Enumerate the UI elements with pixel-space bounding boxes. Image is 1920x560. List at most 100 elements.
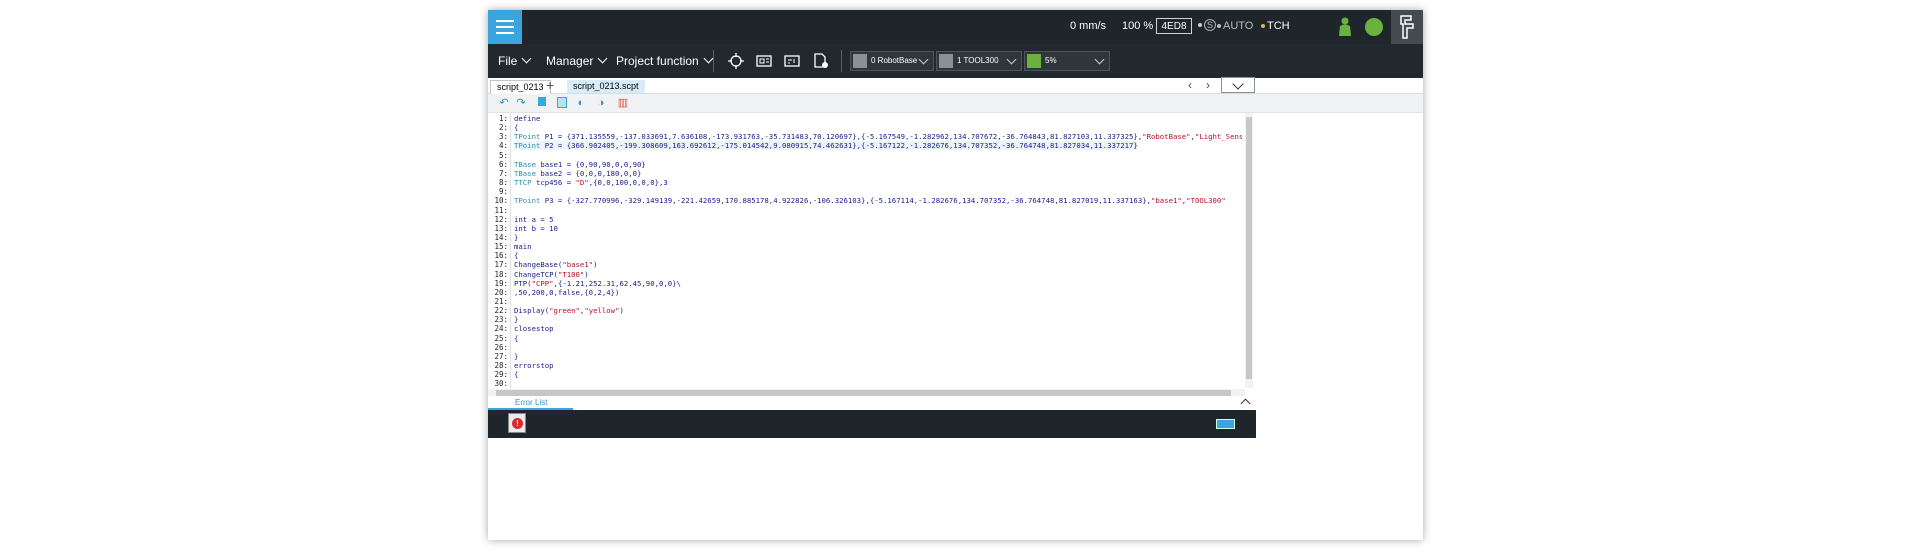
frame-icon[interactable] [756, 53, 772, 69]
user-icon[interactable] [1338, 17, 1352, 37]
tool-select[interactable]: 1 TOOL300 [936, 51, 1022, 71]
code-line[interactable]: Display("green","yellow") [514, 306, 624, 315]
chevron-right-icon[interactable]: › [1206, 78, 1210, 92]
manager-menu-label: Manager [546, 54, 594, 68]
code-line[interactable]: { [514, 251, 518, 260]
line-number: 6: [498, 159, 508, 169]
save-icon[interactable] [536, 97, 548, 109]
code-line[interactable]: { [514, 370, 518, 379]
s-mode-indicator: S [1198, 19, 1217, 31]
line-number: 16: [494, 251, 508, 261]
alarm-icon[interactable]: ! [508, 413, 526, 433]
code-editor[interactable]: 1: 2: 3: 4: 5: 6: 7: 8: 9: 10: 11: 12: 13: 14: 15: 16: 1… [488, 113, 1423, 398]
line-number: 28: [494, 361, 508, 371]
chevron-down-icon [597, 53, 608, 64]
code-line[interactable]: } [514, 352, 518, 361]
speed-select-value: 5% [1045, 56, 1057, 65]
line-number: 22: [494, 306, 508, 316]
code-line[interactable]: TBase base2 = {0,0,0,180,0,0} [514, 169, 641, 178]
error-list-panel: Error List [488, 396, 1423, 411]
line-number: 2: [498, 123, 508, 133]
line-number: 19: [494, 278, 508, 288]
line-number: 12: [494, 214, 508, 224]
io-panel-icon[interactable] [784, 53, 800, 69]
line-number: 25: [494, 333, 508, 343]
speed-readout: 0 mm/s [1070, 20, 1107, 32]
code-line[interactable]: ,50,200,0,false,{0,2,4}) [514, 288, 619, 297]
code-line[interactable]: define [514, 114, 540, 123]
tch-mode: TCH [1261, 20, 1290, 32]
tab-collapse-button[interactable] [1221, 77, 1255, 93]
file-menu[interactable]: File [498, 53, 532, 68]
line-number: 20: [494, 287, 508, 297]
manager-menu[interactable]: Manager [546, 53, 608, 68]
keyboard-icon[interactable] [1216, 419, 1235, 429]
code-line[interactable]: errorstop [514, 361, 554, 370]
status-light-icon [1365, 18, 1383, 36]
code-line[interactable]: int b = 10 [514, 224, 558, 233]
settings-file-icon[interactable] [812, 53, 830, 69]
undo-icon[interactable]: ↶ [498, 97, 510, 109]
chevron-down-icon [1006, 54, 1017, 65]
line-number: 24: [494, 324, 508, 334]
tab-script-file[interactable]: script_0213.scpt [567, 80, 645, 93]
code-line[interactable]: closestop [514, 324, 554, 333]
tool-icon [939, 54, 953, 68]
line-number: 7: [498, 168, 508, 178]
code-line[interactable]: TTCP tcp456 = "D",{0,0,100,0,0,0},3 [514, 178, 668, 187]
tab-script-project[interactable]: script_0213 [490, 80, 551, 94]
code-line[interactable]: } [514, 315, 518, 324]
line-number: 1: [498, 114, 508, 123]
chevron-up-icon[interactable] [1240, 396, 1250, 406]
chevron-down-icon [918, 54, 929, 65]
bottom-status-bar: ! [488, 410, 1256, 438]
project-function-menu[interactable]: Project function [616, 53, 714, 68]
code-line[interactable]: { [514, 334, 518, 343]
speed-select[interactable]: 5% [1024, 51, 1110, 71]
code-text-area[interactable]: define{TPoint P1 = {371.135559,-137.0336… [512, 113, 1242, 388]
code-line[interactable]: TBase base1 = {0,90,90,0,0,90} [514, 160, 646, 169]
code-badge: 4ED8 [1156, 18, 1192, 34]
code-line[interactable]: main [514, 242, 532, 251]
replace-icon[interactable]: ◑ [595, 97, 607, 109]
tool-value: 1 TOOL300 [957, 56, 999, 65]
robot-arm-icon[interactable] [1391, 10, 1423, 44]
line-number: 17: [494, 260, 508, 270]
file-menu-label: File [498, 54, 518, 68]
line-number: 27: [494, 351, 508, 361]
code-line[interactable]: ChangeTCP("T100") [514, 270, 589, 279]
copy-icon[interactable] [556, 97, 568, 109]
code-line[interactable]: TPoint P2 = {366.902405,-199.308609,163.… [514, 141, 1138, 151]
code-line[interactable]: TPoint P1 = {371.135559,-137.033691,7.63… [514, 132, 1242, 141]
redo-icon[interactable]: ↷ [515, 97, 527, 109]
code-line[interactable]: } [514, 233, 518, 242]
chevron-down-icon [703, 53, 714, 64]
code-line[interactable]: TPoint P3 = {-327.770996,-329.149139,-22… [514, 196, 1226, 205]
chevron-down-icon [1094, 54, 1105, 65]
line-number: 5: [498, 150, 508, 160]
hamburger-menu-button[interactable] [488, 10, 522, 44]
robot-base-value: 0 RobotBase [871, 56, 918, 65]
line-number: 21: [494, 297, 508, 306]
code-line[interactable]: { [514, 123, 518, 132]
robot-base-select[interactable]: 0 RobotBase [850, 51, 934, 71]
error-list-tab[interactable]: Error List [515, 398, 547, 407]
line-number: 14: [494, 232, 508, 242]
chevron-down-icon [521, 53, 532, 64]
find-icon[interactable]: ◐ [575, 97, 587, 109]
vertical-scrollbar[interactable] [1245, 113, 1253, 388]
toolbar-separator [841, 50, 842, 72]
auto-label: AUTO [1223, 20, 1254, 32]
gauge-icon [1027, 54, 1041, 68]
code-line[interactable]: PTP("CPP",{-1.21,252.31,62.45,90,0,0}\ [514, 279, 681, 288]
vertical-scroll-thumb[interactable] [1246, 117, 1252, 379]
code-line[interactable]: ChangeBase("base1") [514, 260, 598, 269]
robot-ide-window: 0 mm/s 100 % 4ED8 S AUTO TCH File Manage… [488, 10, 1423, 540]
code-line[interactable]: int a = 5 [514, 215, 554, 224]
delete-icon[interactable]: ▥ [617, 97, 629, 109]
chevron-left-icon[interactable]: ‹ [1188, 78, 1192, 92]
add-tab-icon[interactable]: + [546, 78, 554, 92]
crosshair-icon[interactable] [728, 53, 744, 69]
line-number: 13: [494, 223, 508, 233]
line-number: 10: [494, 196, 508, 206]
